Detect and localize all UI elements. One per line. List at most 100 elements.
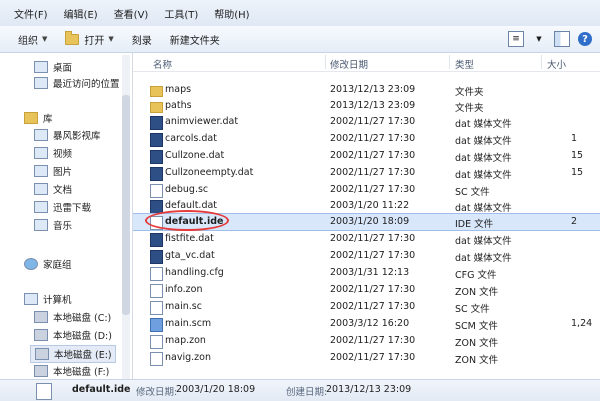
burn-label: 刻录 (131, 35, 152, 47)
nav-label: 迅雷下载 (53, 203, 92, 214)
column-header-name[interactable]: 名称 (153, 57, 172, 71)
file-name: handling.cfg (165, 267, 224, 278)
file-date: 2003/1/20 18:09 (330, 216, 410, 227)
file-date: 2002/11/27 17:30 (330, 352, 416, 363)
file-date: 2003/3/12 16:20 (330, 318, 410, 329)
open-button[interactable]: 打开 ▼ (65, 30, 114, 47)
organize-label: 组织 (18, 35, 38, 47)
folder-open-icon (65, 30, 80, 45)
new-folder-label: 新建文件夹 (169, 35, 220, 47)
file-row[interactable]: debug.sc 2002/11/27 17:30 SC 文件 (133, 182, 600, 198)
preview-pane-icon[interactable] (554, 31, 570, 47)
file-row[interactable]: Cullzone.dat 2002/11/27 17:30 dat 媒体文件 1… (133, 148, 600, 164)
column-header-date[interactable]: 修改日期 (330, 57, 368, 71)
file-size: 2 (571, 216, 578, 227)
file-icon (150, 352, 163, 366)
file-date: 2002/11/27 17:30 (330, 167, 416, 178)
burn-button[interactable]: 刻录 (132, 32, 152, 47)
column-header-type[interactable]: 类型 (455, 57, 474, 71)
file-name: paths (165, 100, 192, 111)
nav-drive-d[interactable]: 本地磁盘 (D:) (34, 327, 112, 343)
column-separator[interactable] (541, 55, 542, 69)
help-icon[interactable]: ? (578, 32, 592, 46)
file-date: 2002/11/27 17:30 (330, 233, 416, 244)
chevron-down-icon[interactable]: ▼ (532, 32, 546, 46)
menu-tools[interactable]: 工具(T) (164, 6, 198, 21)
menu-help[interactable]: 帮助(H) (214, 6, 249, 21)
menu-file[interactable]: 文件(F) (14, 6, 48, 21)
file-row[interactable]: main.sc 2002/11/27 17:30 SC 文件 (133, 299, 600, 315)
menu-view[interactable]: 查看(V) (114, 6, 149, 21)
drive-icon (35, 348, 49, 360)
menu-edit[interactable]: 编辑(E) (64, 6, 98, 21)
navigation-pane: 桌面 最近访问的位置 库 暴风影视库 视频 图片 文档 迅雷下载 音乐 家庭组 … (0, 53, 133, 379)
nav-baofeng-library[interactable]: 暴风影视库 (34, 127, 101, 143)
pictures-icon (34, 165, 48, 177)
file-icon (150, 267, 163, 281)
file-name: main.sc (165, 301, 202, 312)
nav-computer[interactable]: 计算机 (24, 291, 72, 307)
column-header-row: 名称 修改日期 类型 大小 (133, 53, 600, 72)
nav-scrollbar-thumb[interactable] (122, 95, 130, 315)
file-name: maps (165, 84, 192, 95)
nav-recent-places[interactable]: 最近访问的位置 (34, 75, 120, 91)
nav-label: 音乐 (53, 221, 73, 232)
file-date: 2002/11/27 17:30 (330, 250, 416, 261)
file-type: ZON 文件 (455, 287, 499, 298)
new-folder-button[interactable]: 新建文件夹 (170, 32, 220, 47)
file-date: 2002/11/27 17:30 (330, 301, 416, 312)
file-row[interactable]: fistfite.dat 2002/11/27 17:30 dat 媒体文件 (133, 231, 600, 247)
file-row[interactable]: carcols.dat 2002/11/27 17:30 dat 媒体文件 1 (133, 131, 600, 147)
nav-drive-f[interactable]: 本地磁盘 (F:) (34, 363, 109, 379)
nav-music[interactable]: 音乐 (34, 217, 72, 233)
nav-label: 文档 (53, 185, 73, 196)
file-row[interactable]: paths 2013/12/13 23:09 文件夹 (133, 98, 600, 114)
file-row[interactable]: Cullzoneempty.dat 2002/11/27 17:30 dat 媒… (133, 165, 600, 181)
file-name: fistfite.dat (165, 233, 214, 244)
nav-label: 图片 (53, 167, 73, 178)
nav-thunder-downloads[interactable]: 迅雷下载 (34, 199, 91, 215)
nav-label: 本地磁盘 (F:) (53, 367, 110, 378)
file-size: 1,24 (571, 318, 593, 329)
file-type: 文件夹 (455, 103, 484, 114)
nav-scrollbar[interactable] (122, 55, 130, 379)
file-date: 2002/11/27 17:30 (330, 335, 416, 346)
recent-places-icon (34, 77, 48, 89)
nav-libraries[interactable]: 库 (24, 110, 53, 126)
file-name: main.scm (165, 318, 212, 329)
column-separator[interactable] (325, 55, 326, 69)
file-type: dat 媒体文件 (455, 170, 512, 181)
chevron-down-icon: ▼ (108, 35, 114, 43)
column-separator[interactable] (449, 55, 450, 69)
status-modified-label: 修改日期: (136, 387, 178, 398)
file-row[interactable]: gta_vc.dat 2002/11/27 17:30 dat 媒体文件 (133, 248, 600, 264)
file-type: CFG 文件 (455, 270, 497, 281)
file-date: 2002/11/27 17:30 (330, 133, 416, 144)
file-row[interactable]: main.scm 2003/3/12 16:20 SCM 文件 1,24 (133, 316, 600, 332)
file-name: navig.zon (165, 352, 211, 363)
file-row[interactable]: maps 2013/12/13 23:09 文件夹 (133, 82, 600, 98)
nav-desktop[interactable]: 桌面 (34, 59, 72, 75)
nav-drive-c[interactable]: 本地磁盘 (C:) (34, 309, 111, 325)
file-row[interactable]: info.zon 2002/11/27 17:30 ZON 文件 (133, 282, 600, 298)
file-name: debug.sc (165, 184, 209, 195)
dat-file-icon (150, 233, 163, 247)
file-row[interactable]: animviewer.dat 2002/11/27 17:30 dat 媒体文件 (133, 114, 600, 130)
view-options-icon[interactable]: ≡ (508, 31, 524, 47)
file-row[interactable]: navig.zon 2002/11/27 17:30 ZON 文件 (133, 350, 600, 366)
drive-icon (34, 329, 48, 341)
file-name: animviewer.dat (165, 116, 239, 127)
nav-videos[interactable]: 视频 (34, 145, 72, 161)
file-type: SC 文件 (455, 304, 490, 315)
file-row[interactable]: handling.cfg 2003/1/31 12:13 CFG 文件 (133, 265, 600, 281)
file-date: 2002/11/27 17:30 (330, 116, 416, 127)
nav-homegroup[interactable]: 家庭组 (24, 256, 72, 272)
nav-drive-e[interactable]: 本地磁盘 (E:) (30, 345, 116, 363)
organize-button[interactable]: 组织 ▼ (18, 32, 47, 47)
file-list-pane: 名称 修改日期 类型 大小 maps 2013/12/13 23:09 文件夹 … (133, 53, 600, 379)
nav-documents[interactable]: 文档 (34, 181, 72, 197)
file-date: 2003/1/31 12:13 (330, 267, 410, 278)
nav-pictures[interactable]: 图片 (34, 163, 72, 179)
column-header-size[interactable]: 大小 (547, 57, 566, 71)
file-row[interactable]: map.zon 2002/11/27 17:30 ZON 文件 (133, 333, 600, 349)
